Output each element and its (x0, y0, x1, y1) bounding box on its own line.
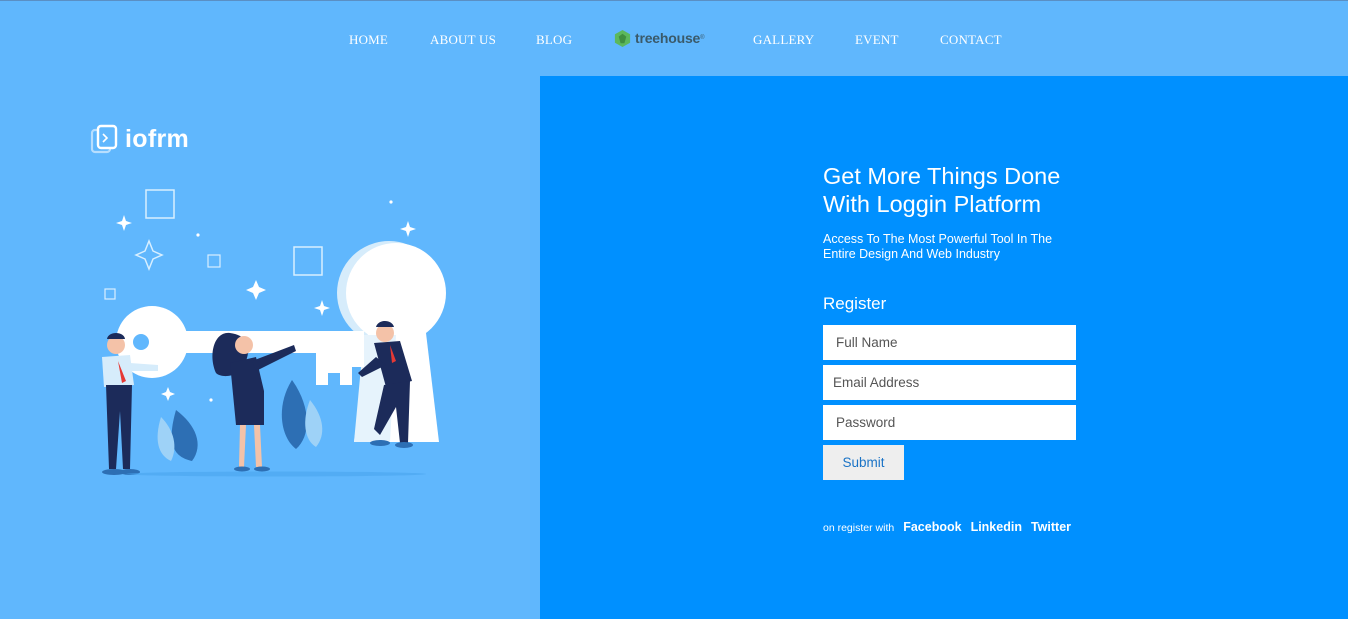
nav-event[interactable]: EVENT (855, 32, 899, 48)
password-input[interactable] (823, 405, 1076, 440)
sparkle-icon (400, 221, 416, 237)
facebook-link[interactable]: Facebook (903, 520, 961, 534)
sparkle-icon (134, 238, 164, 272)
deco-square (145, 189, 175, 219)
linkedin-link[interactable]: Linkedin (971, 520, 1022, 534)
document-stack-icon (90, 124, 118, 154)
main-nav: HOME ABOUT US BLOG treehouse ® GALLERY EV… (0, 0, 1348, 76)
plant-leaf (171, 410, 198, 461)
social-register: on register with Facebook Linkedin Twitt… (823, 520, 1080, 534)
plant-leaf (157, 417, 175, 461)
nav-about-us[interactable]: ABOUT US (430, 32, 496, 48)
treehouse-leaf-icon (614, 29, 631, 47)
sparkle-icon (161, 387, 175, 401)
register-title: Register (823, 294, 887, 313)
deco-square (207, 254, 221, 268)
submit-button[interactable]: Submit (823, 445, 904, 480)
sparkle-icon (314, 300, 330, 316)
deco-square (293, 246, 323, 276)
deco-square (104, 288, 116, 300)
twitter-link[interactable]: Twitter (1031, 520, 1071, 534)
brand-name: iofrm (125, 124, 189, 153)
email-input[interactable] (823, 365, 1076, 400)
sparkle-icon (116, 215, 132, 231)
key-teamwork-illustration (102, 189, 446, 477)
nav-contact[interactable]: CONTACT (940, 32, 1002, 48)
register-panel: Get More Things Done With Loggin Platfor… (540, 76, 1348, 619)
headline: Get More Things Done With Loggin Platfor… (823, 162, 1083, 218)
sparkle-icon (246, 280, 266, 300)
treehouse-logo[interactable]: treehouse ® (613, 28, 705, 48)
full-name-input[interactable] (823, 325, 1076, 360)
nav-blog[interactable]: BLOG (536, 32, 572, 48)
treehouse-logo-text: treehouse (635, 30, 701, 46)
nav-gallery[interactable]: GALLERY (753, 32, 814, 48)
nav-home[interactable]: HOME (349, 32, 388, 48)
headline-line-1: Get More Things Done (823, 163, 1061, 189)
register-form: Get More Things Done With Loggin Platfor… (823, 162, 1083, 480)
social-prefix: on register with (823, 522, 895, 534)
plant-leaf (305, 400, 323, 447)
subheadline: Access To The Most Powerful Tool In The … (823, 232, 1053, 261)
headline-line-2: With Loggin Platform (823, 191, 1042, 217)
plant-leaf (281, 380, 307, 449)
brand-logo: iofrm (90, 124, 189, 154)
